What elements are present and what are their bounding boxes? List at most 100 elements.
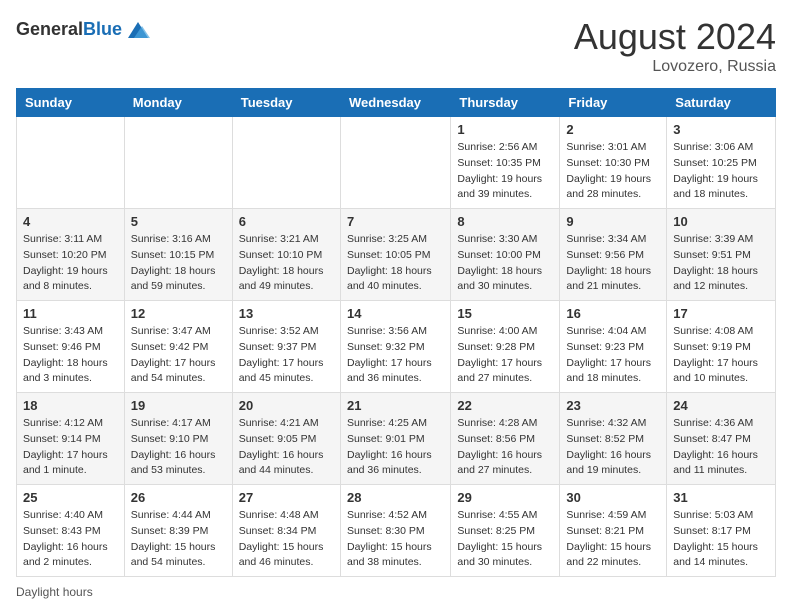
calendar-cell: 1 Sunrise: 2:56 AMSunset: 10:35 PMDayligh… <box>451 117 560 209</box>
day-info: Sunrise: 4:36 AMSunset: 8:47 PMDaylight:… <box>673 416 769 479</box>
calendar-cell: 5 Sunrise: 3:16 AMSunset: 10:15 PMDayligh… <box>124 209 232 301</box>
day-number: 8 <box>457 214 553 229</box>
day-info: Sunrise: 4:08 AMSunset: 9:19 PMDaylight:… <box>673 324 769 387</box>
day-info: Sunrise: 4:32 AMSunset: 8:52 PMDaylight:… <box>566 416 660 479</box>
calendar-cell <box>17 117 125 209</box>
day-info: Sunrise: 2:56 AMSunset: 10:35 PMDaylight… <box>457 140 553 203</box>
day-info: Sunrise: 3:39 AMSunset: 9:51 PMDaylight:… <box>673 232 769 295</box>
col-header-friday: Friday <box>560 89 667 117</box>
calendar-cell: 19Sunrise: 4:17 AMSunset: 9:10 PMDayligh… <box>124 393 232 485</box>
calendar-cell: 24 Sunrise: 4:36 AMSunset: 8:47 PMDayligh… <box>667 393 776 485</box>
calendar-cell: 22 Sunrise: 4:28 AMSunset: 8:56 PMDayligh… <box>451 393 560 485</box>
calendar-table: SundayMondayTuesdayWednesdayThursdayFrid… <box>16 88 776 577</box>
day-info: Sunrise: 4:48 AMSunset: 8:34 PMDaylight:… <box>239 508 334 571</box>
col-header-wednesday: Wednesday <box>340 89 450 117</box>
col-header-tuesday: Tuesday <box>232 89 340 117</box>
day-number: 30 <box>566 490 660 505</box>
week-row-5: 25 Sunrise: 4:40 AMSunset: 8:43 PMDayligh… <box>17 485 776 577</box>
day-number: 11 <box>23 306 118 321</box>
col-header-sunday: Sunday <box>17 89 125 117</box>
calendar-cell: 17 Sunrise: 4:08 AMSunset: 9:19 PMDayligh… <box>667 301 776 393</box>
day-number: 3 <box>673 122 769 137</box>
day-number: 31 <box>673 490 769 505</box>
calendar-cell: 25 Sunrise: 4:40 AMSunset: 8:43 PMDayligh… <box>17 485 125 577</box>
footer: Daylight hours <box>16 585 776 599</box>
day-number: 5 <box>131 214 226 229</box>
day-number: 6 <box>239 214 334 229</box>
day-info: Sunrise: 3:52 AMSunset: 9:37 PMDaylight:… <box>239 324 334 387</box>
calendar-cell: 16 Sunrise: 4:04 AMSunset: 9:23 PMDayligh… <box>560 301 667 393</box>
calendar-cell: 27 Sunrise: 4:48 AMSunset: 8:34 PMDayligh… <box>232 485 340 577</box>
day-number: 12 <box>131 306 226 321</box>
day-info: Sunrise: 3:11 AMSunset: 10:20 PMDaylight… <box>23 232 118 295</box>
calendar-cell <box>232 117 340 209</box>
week-row-1: 1 Sunrise: 2:56 AMSunset: 10:35 PMDayligh… <box>17 117 776 209</box>
day-number: 13 <box>239 306 334 321</box>
week-row-4: 18 Sunrise: 4:12 AMSunset: 9:14 PMDayligh… <box>17 393 776 485</box>
day-number: 15 <box>457 306 553 321</box>
calendar-cell: 21Sunrise: 4:25 AMSunset: 9:01 PMDayligh… <box>340 393 450 485</box>
calendar-cell: 18 Sunrise: 4:12 AMSunset: 9:14 PMDayligh… <box>17 393 125 485</box>
day-info: Sunrise: 3:34 AMSunset: 9:56 PMDaylight:… <box>566 232 660 295</box>
day-number: 23 <box>566 398 660 413</box>
col-header-monday: Monday <box>124 89 232 117</box>
day-number: 7 <box>347 214 444 229</box>
day-info: Sunrise: 3:21 AMSunset: 10:10 PMDaylight… <box>239 232 334 295</box>
col-header-thursday: Thursday <box>451 89 560 117</box>
calendar-cell: 10 Sunrise: 3:39 AMSunset: 9:51 PMDayligh… <box>667 209 776 301</box>
title-block: August 2024 Lovozero, Russia <box>574 16 776 76</box>
calendar-cell: 6 Sunrise: 3:21 AMSunset: 10:10 PMDayligh… <box>232 209 340 301</box>
day-number: 1 <box>457 122 553 137</box>
calendar-cell: 3 Sunrise: 3:06 AMSunset: 10:25 PMDayligh… <box>667 117 776 209</box>
day-info: Sunrise: 5:03 AMSunset: 8:17 PMDaylight:… <box>673 508 769 571</box>
location: Lovozero, Russia <box>574 58 776 76</box>
day-info: Sunrise: 3:25 AMSunset: 10:05 PMDaylight… <box>347 232 444 295</box>
calendar-header-row: SundayMondayTuesdayWednesdayThursdayFrid… <box>17 89 776 117</box>
day-number: 16 <box>566 306 660 321</box>
day-number: 10 <box>673 214 769 229</box>
day-number: 22 <box>457 398 553 413</box>
day-info: Sunrise: 4:59 AMSunset: 8:21 PMDaylight:… <box>566 508 660 571</box>
logo-blue-text: Blue <box>83 19 122 39</box>
calendar-cell: 14Sunrise: 3:56 AMSunset: 9:32 PMDayligh… <box>340 301 450 393</box>
day-info: Sunrise: 4:52 AMSunset: 8:30 PMDaylight:… <box>347 508 444 571</box>
day-info: Sunrise: 4:00 AMSunset: 9:28 PMDaylight:… <box>457 324 553 387</box>
col-header-saturday: Saturday <box>667 89 776 117</box>
day-info: Sunrise: 4:44 AMSunset: 8:39 PMDaylight:… <box>131 508 226 571</box>
day-number: 9 <box>566 214 660 229</box>
day-info: Sunrise: 4:55 AMSunset: 8:25 PMDaylight:… <box>457 508 553 571</box>
week-row-2: 4Sunrise: 3:11 AMSunset: 10:20 PMDayligh… <box>17 209 776 301</box>
calendar-cell: 2Sunrise: 3:01 AMSunset: 10:30 PMDayligh… <box>560 117 667 209</box>
day-number: 21 <box>347 398 444 413</box>
day-number: 24 <box>673 398 769 413</box>
day-info: Sunrise: 4:40 AMSunset: 8:43 PMDaylight:… <box>23 508 118 571</box>
calendar-cell: 30 Sunrise: 4:59 AMSunset: 8:21 PMDayligh… <box>560 485 667 577</box>
day-number: 27 <box>239 490 334 505</box>
day-number: 26 <box>131 490 226 505</box>
calendar-cell: 20 Sunrise: 4:21 AMSunset: 9:05 PMDayligh… <box>232 393 340 485</box>
logo: GeneralBlue <box>16 16 152 44</box>
day-number: 18 <box>23 398 118 413</box>
calendar-cell: 8 Sunrise: 3:30 AMSunset: 10:00 PMDayligh… <box>451 209 560 301</box>
calendar-cell: 9 Sunrise: 3:34 AMSunset: 9:56 PMDaylight… <box>560 209 667 301</box>
calendar-cell: 4Sunrise: 3:11 AMSunset: 10:20 PMDayligh… <box>17 209 125 301</box>
calendar-cell: 7 Sunrise: 3:25 AMSunset: 10:05 PMDayligh… <box>340 209 450 301</box>
day-info: Sunrise: 3:16 AMSunset: 10:15 PMDaylight… <box>131 232 226 295</box>
day-info: Sunrise: 3:43 AMSunset: 9:46 PMDaylight:… <box>23 324 118 387</box>
day-info: Sunrise: 3:47 AMSunset: 9:42 PMDaylight:… <box>131 324 226 387</box>
calendar-cell: 28Sunrise: 4:52 AMSunset: 8:30 PMDayligh… <box>340 485 450 577</box>
week-row-3: 11 Sunrise: 3:43 AMSunset: 9:46 PMDayligh… <box>17 301 776 393</box>
day-number: 25 <box>23 490 118 505</box>
logo-icon <box>124 16 152 44</box>
day-info: Sunrise: 4:21 AMSunset: 9:05 PMDaylight:… <box>239 416 334 479</box>
calendar-cell: 31 Sunrise: 5:03 AMSunset: 8:17 PMDayligh… <box>667 485 776 577</box>
daylight-label: Daylight hours <box>16 585 93 599</box>
logo-general-text: General <box>16 19 83 39</box>
day-info: Sunrise: 4:12 AMSunset: 9:14 PMDaylight:… <box>23 416 118 479</box>
day-info: Sunrise: 3:06 AMSunset: 10:25 PMDaylight… <box>673 140 769 203</box>
day-info: Sunrise: 3:30 AMSunset: 10:00 PMDaylight… <box>457 232 553 295</box>
day-number: 17 <box>673 306 769 321</box>
day-info: Sunrise: 4:04 AMSunset: 9:23 PMDaylight:… <box>566 324 660 387</box>
day-number: 20 <box>239 398 334 413</box>
day-info: Sunrise: 4:28 AMSunset: 8:56 PMDaylight:… <box>457 416 553 479</box>
